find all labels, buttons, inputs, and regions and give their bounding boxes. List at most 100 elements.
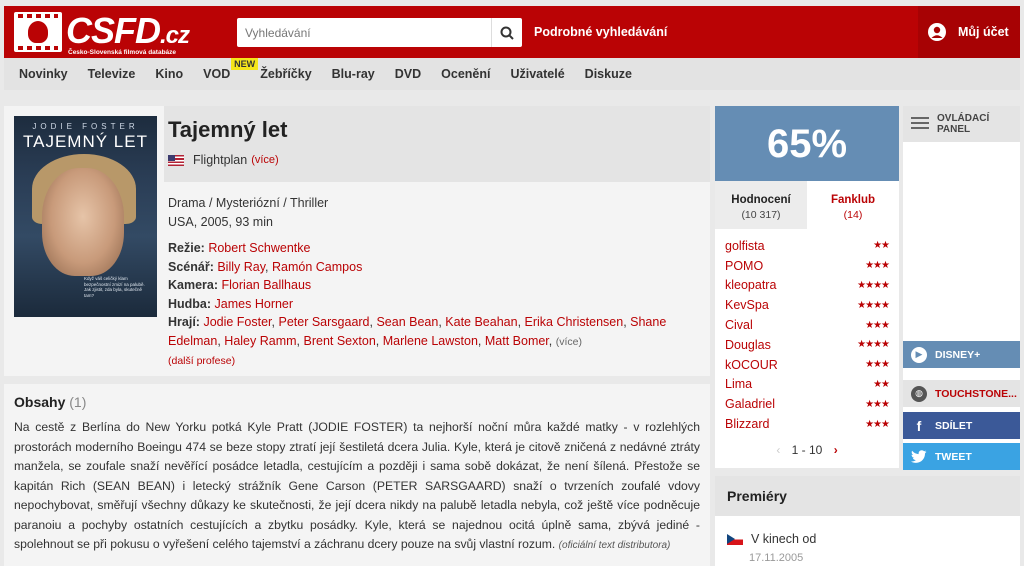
- touchstone-label: TOUCHSTONE...: [935, 387, 1017, 400]
- plot-heading: Obsahy (1): [14, 394, 87, 410]
- original-title: Flightplan (více): [168, 153, 279, 167]
- list-item: golfista ★★: [725, 236, 890, 256]
- pager-range: 1 - 10: [791, 443, 823, 457]
- plot-section: Obsahy (1) Na cestě z Berlína do New Yor…: [4, 384, 710, 566]
- list-item: Douglas ★★★★: [725, 335, 890, 355]
- premiere-item: V kinech od: [727, 532, 816, 546]
- list-item: kOCOUR ★★★: [725, 355, 890, 375]
- crew-link[interactable]: James Horner: [215, 297, 294, 311]
- stars-icon: ★★★: [865, 319, 890, 331]
- nav-televize[interactable]: Televize: [88, 67, 136, 81]
- nav-uzivatele[interactable]: Uživatelé: [510, 67, 564, 81]
- cast-link[interactable]: Kate Beahan: [445, 315, 517, 329]
- crew-link[interactable]: Robert Schwentke: [208, 241, 310, 255]
- twitter-icon: [911, 449, 927, 465]
- play-icon: ▶: [911, 346, 927, 363]
- site-logo[interactable]: CSFD.cz Česko-Slovenská filmová databáze: [14, 10, 190, 56]
- crew-link[interactable]: Florian Ballhaus: [222, 278, 312, 292]
- logo-suffix: .cz: [160, 22, 190, 49]
- account-button[interactable]: Můj účet: [918, 6, 1020, 58]
- nav-vod-label: VOD: [203, 67, 231, 81]
- cast-link[interactable]: Matt Bomer: [485, 334, 549, 348]
- stars-icon: ★★: [873, 240, 890, 252]
- user-link[interactable]: golfista: [725, 239, 765, 253]
- stars-icon: ★★★: [865, 418, 890, 430]
- chevron-left-icon[interactable]: ‹: [776, 443, 780, 457]
- plot-count: (1): [69, 394, 87, 410]
- search-input[interactable]: [237, 18, 489, 47]
- list-item: Lima ★★: [725, 375, 890, 395]
- film-origin: USA, 2005, 93 min: [168, 214, 273, 229]
- chevron-right-icon[interactable]: ›: [834, 443, 838, 457]
- user-link[interactable]: kleopatra: [725, 278, 776, 292]
- us-flag-icon: [168, 154, 184, 166]
- stars-icon: ★★★: [865, 260, 890, 272]
- cast-link[interactable]: Erika Christensen: [525, 315, 624, 329]
- cast-link[interactable]: Marlene Lawston: [383, 334, 478, 348]
- twitter-button[interactable]: TWEET: [903, 443, 1020, 470]
- nav-bluray[interactable]: Blu-ray: [332, 67, 375, 81]
- tab-fanclub[interactable]: Fanklub (14): [807, 181, 899, 229]
- logo-subtitle: Česko-Slovenská filmová databáze: [68, 49, 177, 56]
- user-link[interactable]: Cival: [725, 318, 753, 332]
- crew-link[interactable]: Billy Ray: [217, 260, 265, 274]
- facebook-share-button[interactable]: f SDÍLET: [903, 412, 1020, 439]
- nav-zebricky[interactable]: Žebříčky: [260, 67, 311, 81]
- user-link[interactable]: POMO: [725, 259, 763, 273]
- cast: Hrají: Jodie Foster, Peter Sarsgaard, Se…: [168, 315, 667, 348]
- user-link[interactable]: kOCOUR: [725, 358, 778, 372]
- original-title-more-link[interactable]: (více): [251, 154, 279, 166]
- crew-music: Hudba: James Horner: [168, 296, 294, 311]
- new-badge: NEW: [231, 58, 259, 70]
- nav-novinky[interactable]: Novinky: [19, 67, 68, 81]
- premiere-date: 17.11.2005: [749, 552, 804, 564]
- tab-ratings[interactable]: Hodnocení (10 317): [715, 181, 807, 229]
- more-professions-link[interactable]: (další profese): [168, 355, 235, 367]
- cast-link[interactable]: Jodie Foster: [203, 315, 271, 329]
- nav-oceneni[interactable]: Ocenění: [441, 67, 490, 81]
- user-link[interactable]: Galadriel: [725, 397, 775, 411]
- user-link[interactable]: KevSpa: [725, 298, 769, 312]
- original-title-text: Flightplan: [193, 153, 248, 167]
- poster-blurb: Když váš celičký klam bezpečnostní zmizí…: [84, 276, 145, 298]
- nav-diskuze[interactable]: Diskuze: [585, 67, 632, 81]
- stars-icon: ★★: [873, 378, 890, 390]
- crew-link[interactable]: Ramón Campos: [272, 260, 362, 274]
- user-ratings-list: golfista ★★ POMO ★★★ kleopatra ★★★★ KevSpa ★…: [725, 236, 890, 434]
- user-link[interactable]: Douglas: [725, 338, 771, 352]
- list-item: Galadriel ★★★: [725, 394, 890, 414]
- crew-camera: Kamera: Florian Ballhaus: [168, 278, 312, 292]
- film-poster[interactable]: JODIE FOSTER TAJEMNÝ LET Když váš celičk…: [14, 116, 157, 317]
- cast-link[interactable]: Haley Ramm: [224, 334, 296, 348]
- disney-plus-button[interactable]: ▶ DISNEY+: [903, 341, 1020, 368]
- film-info: Drama / Mysteriózní / Thriller USA, 2005…: [168, 194, 704, 371]
- nav-kino[interactable]: Kino: [155, 67, 183, 81]
- film-genre: Drama / Mysteriózní / Thriller: [168, 196, 329, 210]
- distributor-note: (oficiální text distributora): [558, 540, 671, 551]
- cz-flag-icon: [727, 533, 743, 545]
- list-item: Blizzard ★★★: [725, 414, 890, 434]
- cast-more-link[interactable]: (více): [556, 336, 582, 348]
- user-link[interactable]: Lima: [725, 377, 752, 391]
- control-panel-button[interactable]: OVLÁDACÍ PANEL: [903, 106, 1020, 142]
- tweet-label: TWEET: [935, 450, 972, 463]
- nav-dvd[interactable]: DVD: [395, 67, 421, 81]
- stars-icon: ★★★★: [857, 299, 890, 311]
- premiere-label: V kinech od: [751, 532, 817, 546]
- advanced-search-link[interactable]: Podrobné vyhledávání: [534, 25, 667, 39]
- cast-link[interactable]: Peter Sarsgaard: [278, 315, 369, 329]
- ratings-pager: ‹ 1 - 10 ›: [715, 443, 899, 457]
- film-header: Tajemný let Flightplan (více): [164, 106, 710, 182]
- site-header: CSFD.cz Česko-Slovenská filmová databáze…: [4, 6, 1020, 58]
- touchstone-button[interactable]: ◍ TOUCHSTONE...: [903, 380, 1020, 407]
- facebook-icon: f: [916, 417, 922, 434]
- film-details: JODIE FOSTER TAJEMNÝ LET Když váš celičk…: [4, 106, 710, 376]
- stars-icon: ★★★★: [857, 279, 890, 291]
- film-reel-icon: [14, 12, 62, 52]
- cast-link[interactable]: Sean Bean: [376, 315, 438, 329]
- user-link[interactable]: Blizzard: [725, 417, 769, 431]
- cast-link[interactable]: Brent Sexton: [304, 334, 376, 348]
- plot-text: Na cestě z Berlína do New Yorku potká Ky…: [14, 420, 700, 551]
- search-button[interactable]: [491, 18, 522, 47]
- nav-vod[interactable]: VOD NEW: [203, 58, 259, 81]
